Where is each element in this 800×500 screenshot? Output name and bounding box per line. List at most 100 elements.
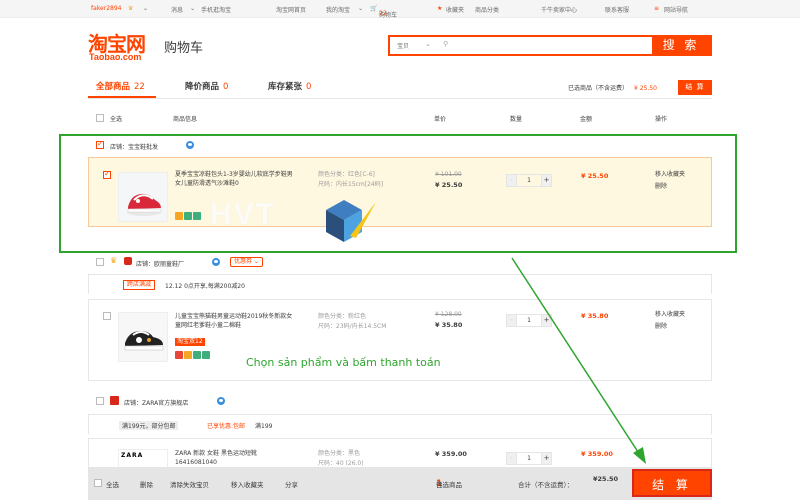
total-label: 合计（不含运费）： (518, 481, 574, 489)
home-link[interactable]: 淘宝网首页 (276, 5, 306, 14)
search-button[interactable]: 搜 索 (652, 37, 710, 54)
tab-price-drop[interactable]: 降价商品 0 (185, 80, 228, 92)
tab-label: 库存紧张 (268, 82, 303, 92)
my-taobao-link[interactable]: 我的淘宝 (326, 5, 350, 14)
promo-extra: 满199 (255, 423, 273, 430)
tab-all-items[interactable]: 全部商品 22 (96, 80, 145, 92)
product-title[interactable]: 儿童宝宝熊猫鞋男童运动鞋2019秋冬新款女童网红老爹鞋小童二棉鞋 (175, 312, 295, 330)
search-icon: ⚲ (443, 40, 449, 48)
coupon-button[interactable]: 优惠券 ⌄ (230, 257, 263, 267)
promo-text: 满199元，部分包邮 (119, 421, 179, 430)
bulk-favorite-link[interactable]: 移入收藏夹 (231, 479, 264, 489)
select-all-label[interactable]: 全选 (106, 479, 119, 489)
instruction-annotation: Chọn sản phẩm và bấm thanh toán (246, 356, 441, 369)
clear-invalid-link[interactable]: 清除失效宝贝 (170, 479, 209, 489)
zara-logo: ZARA (121, 452, 144, 459)
col-unit-price: 单价 (434, 116, 447, 123)
chevron-down-icon: ⌄ (143, 5, 149, 12)
chevron-down-icon: ⌄ (190, 5, 196, 12)
favorites-link[interactable]: 收藏夹 (446, 5, 464, 14)
tab-count: 0 (306, 82, 312, 92)
double12-badge: 淘宝双12 (175, 338, 205, 346)
watermark: HVT (210, 198, 276, 231)
tab-label: 降价商品 (185, 82, 220, 92)
shop-icon (124, 257, 132, 265)
username-link[interactable]: faker2894 (91, 5, 121, 12)
page-title: 购物车 (164, 41, 204, 56)
sku-color: 颜色分类：黑色 (318, 450, 361, 457)
watermark-logo (326, 200, 376, 242)
search-category-select[interactable]: 宝贝 (397, 41, 409, 50)
col-operation: 操作 (655, 116, 668, 123)
coupon-label: 优惠券 (234, 258, 253, 265)
sku-color: 颜色分类：粉红色 (318, 313, 367, 320)
selected-count-label: 已选商品 1 件 ⌃ (436, 479, 462, 489)
col-quantity: 数量 (510, 116, 523, 123)
promo-text: 12.12 0点开享,每满200减20 (165, 283, 245, 290)
checkout-bar: 全选 删除 清除失效宝贝 移入收藏夹 分享 已选商品 1 件 ⌃ 合计（不含运费… (88, 467, 712, 500)
selected-summary: 已选商品（不含运费） ¥ 25.50 (568, 83, 657, 92)
seller-center-link[interactable]: 千牛卖家中心 (541, 5, 577, 14)
product-title[interactable]: ZARA 新款 女鞋 黑色运动短靴 16416081040 (175, 449, 295, 467)
tab-low-stock[interactable]: 库存紧张 0 (268, 80, 311, 92)
sku-size: 尺码：23码/内长14.5CM (318, 323, 387, 330)
selected-price: ¥ 25.50 (634, 85, 657, 92)
cart-icon: 🛒 (370, 5, 378, 12)
taobao-logo-en: Taobao.com (89, 52, 142, 62)
select-all-checkbox-bottom[interactable] (94, 479, 102, 487)
promo-tag: 已享优惠:包邮 (207, 423, 246, 430)
col-info: 商品信息 (173, 116, 198, 123)
checkout-button-top[interactable]: 结 算 (678, 80, 712, 95)
mobile-link[interactable]: 手机逛淘宝 (201, 5, 231, 14)
selected-unit: 件 (436, 481, 443, 489)
site-nav-link[interactable]: 网站导航 (664, 5, 688, 14)
tab-label: 全部商品 (96, 82, 131, 92)
select-all-checkbox[interactable] (96, 114, 104, 122)
shop-checkbox[interactable] (96, 258, 104, 266)
badge-icon (184, 351, 192, 359)
original-price: ¥ 128.00 (435, 311, 462, 318)
badge-icon (193, 351, 201, 359)
arrow-annotation (511, 257, 646, 464)
share-link[interactable]: 分享 (285, 479, 298, 489)
badge-icon (202, 351, 210, 359)
chevron-down-icon: ⌄ (425, 40, 431, 48)
search-bar: 宝贝 ⌄ ⚲ 搜 索 (388, 35, 712, 56)
crown-icon: ♛ (110, 256, 118, 265)
checkout-button[interactable]: 结 算 (632, 469, 712, 497)
shop-name[interactable]: 店铺：欧丽童鞋厂 (136, 259, 184, 268)
tab-divider (88, 98, 712, 99)
shop-checkbox[interactable] (96, 397, 104, 405)
crown-icon: ♛ (128, 5, 134, 12)
selected-label: 已选商品（不含运费） (568, 85, 629, 92)
col-select-all: 全选 (110, 116, 123, 123)
chat-icon[interactable] (212, 258, 220, 266)
cart-page: faker2894 ♛ ⌄ 消息 ⌄ 手机逛淘宝 淘宝网首页 我的淘宝 ⌄ 🛒 … (0, 0, 800, 500)
unit-price: ¥ 35.80 (435, 321, 463, 329)
promo-tag: 跨店满减 (123, 280, 156, 290)
contact-link[interactable]: 联系客服 (605, 5, 629, 14)
col-amount: 金额 (580, 116, 593, 123)
site-topbar: faker2894 ♛ ⌄ 消息 ⌄ 手机逛淘宝 淘宝网首页 我的淘宝 ⌄ 🛒 … (0, 0, 800, 19)
tab-count: 0 (223, 82, 229, 92)
bulk-delete-link[interactable]: 删除 (140, 479, 153, 489)
total-price: ¥25.50 (593, 475, 619, 483)
sneaker-image (119, 313, 167, 361)
cart-count: 22 (379, 10, 387, 17)
product-image[interactable] (118, 312, 168, 362)
star-icon: ★ (437, 5, 443, 12)
shop-name[interactable]: 店铺：ZARA官方旗舰店 (124, 398, 188, 407)
chat-icon[interactable] (217, 397, 225, 405)
tab-count: 22 (134, 82, 145, 92)
categories-link[interactable]: 商品分类 (475, 5, 499, 14)
chevron-down-icon: ⌄ (358, 5, 364, 12)
item-checkbox[interactable] (103, 312, 111, 320)
menu-icon: ≡ (654, 5, 660, 12)
tmall-icon (110, 396, 119, 405)
product-image[interactable]: ZARA (118, 449, 168, 469)
unit-price: ¥ 359.00 (435, 450, 467, 458)
messages-link[interactable]: 消息 (171, 5, 183, 14)
highlight-frame (59, 134, 737, 253)
badge-icon (175, 351, 183, 359)
service-badges (175, 351, 211, 360)
